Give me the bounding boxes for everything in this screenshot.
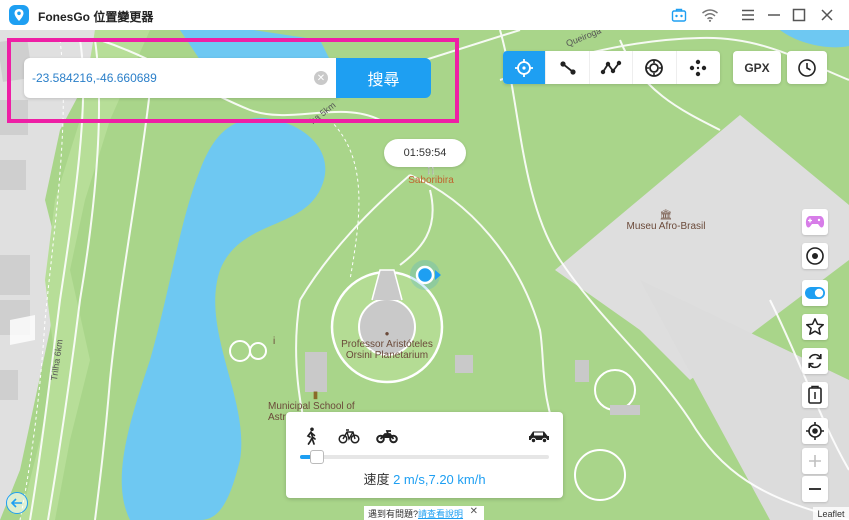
help-close-icon[interactable]: ✕ [470, 506, 478, 517]
zoom-out-button[interactable] [802, 476, 828, 502]
refresh-icon [808, 353, 822, 369]
cooldown-timer: 01:59:54 [384, 139, 466, 167]
car-icon [529, 431, 549, 443]
joystick-icon [645, 58, 664, 77]
poi-saboribira[interactable]: 🍴 Saboribira [396, 164, 466, 187]
location-target-button[interactable] [802, 243, 828, 269]
clock-icon [798, 58, 816, 77]
recenter-button[interactable] [802, 418, 828, 444]
refresh-button[interactable] [802, 348, 828, 374]
multi-spot-route-icon [600, 60, 622, 74]
car-speed-button[interactable] [527, 426, 551, 446]
app-logo-icon [9, 5, 29, 25]
clear-search-icon[interactable]: ✕ [314, 71, 328, 85]
game-controller-button[interactable] [802, 209, 828, 235]
speed-value: 2 m/s,7.20 km/h [393, 472, 486, 487]
museum-icon: 🏛 [659, 210, 673, 221]
info-icon: i [273, 336, 276, 347]
joystick-mode-button[interactable] [633, 51, 677, 84]
target-icon [806, 247, 824, 265]
mode-toolbar [503, 51, 720, 84]
crosshair-icon [515, 58, 534, 77]
history-button[interactable] [787, 51, 827, 84]
speed-readout: 速度 2 m/s,7.20 km/h [286, 469, 563, 488]
bike-speed-button[interactable] [337, 426, 361, 446]
menu-icon[interactable] [737, 4, 759, 26]
scatter-points-icon [690, 59, 707, 76]
arrow-left-icon [10, 498, 22, 508]
wifi-icon[interactable] [699, 4, 721, 26]
two-spot-mode-button[interactable] [546, 51, 590, 84]
device-button[interactable] [802, 382, 828, 408]
minus-icon [809, 488, 821, 490]
help-prefix: 遇到有問題? [368, 508, 419, 519]
plus-icon [809, 455, 821, 467]
two-spot-route-icon [559, 60, 576, 75]
multi-spot-mode-button[interactable] [590, 51, 634, 84]
speed-panel: 速度 2 m/s,7.20 km/h [286, 412, 563, 498]
favorites-button[interactable] [802, 314, 828, 340]
planetarium-dot-icon: ● [384, 329, 390, 338]
phone-copy-icon [808, 385, 822, 404]
motorcycle-speed-button[interactable] [375, 426, 399, 446]
speed-label: 速度 [363, 472, 390, 487]
gps-locate-icon [806, 422, 824, 440]
gpx-button[interactable]: GPX [733, 51, 781, 84]
back-button[interactable] [6, 492, 28, 514]
toggle-on-icon [805, 287, 825, 299]
leaflet-attribution[interactable]: Leaflet [813, 507, 849, 520]
title-bar: FonesGo 位置變更器 [0, 0, 849, 30]
search-input[interactable] [32, 68, 302, 88]
walking-icon [306, 427, 316, 445]
help-link[interactable]: 請查看說明 [418, 507, 463, 520]
star-icon [805, 318, 825, 335]
search-box: ✕ [24, 58, 338, 98]
speed-slider-handle[interactable] [310, 450, 325, 464]
minimize-icon[interactable] [763, 4, 785, 26]
scatter-mode-button[interactable] [677, 51, 720, 84]
help-bar: 遇到有問題? 請查看說明 ✕ [364, 506, 484, 520]
current-location-marker[interactable] [408, 258, 442, 292]
app-title: FonesGo 位置變更器 [38, 10, 154, 24]
close-icon[interactable] [816, 4, 838, 26]
poi-planetarium[interactable]: ● Professor Aristóteles Orsini Planetari… [332, 328, 442, 361]
poi-museu[interactable]: 🏛 Museu Afro-Brasil [620, 210, 712, 232]
school-icon: ▮ [312, 390, 319, 401]
walk-speed-button[interactable] [300, 426, 322, 446]
bicycle-icon [338, 429, 360, 444]
gamepad-icon [805, 216, 825, 228]
search-button[interactable]: 搜尋 [336, 58, 431, 98]
zoom-in-button[interactable] [802, 448, 828, 474]
toolbox-icon[interactable] [668, 4, 690, 26]
toggle-switch[interactable] [802, 280, 828, 306]
maximize-icon[interactable] [788, 4, 810, 26]
speed-slider[interactable] [300, 450, 549, 464]
teleport-mode-button[interactable] [503, 51, 547, 84]
motorcycle-icon [376, 430, 398, 444]
